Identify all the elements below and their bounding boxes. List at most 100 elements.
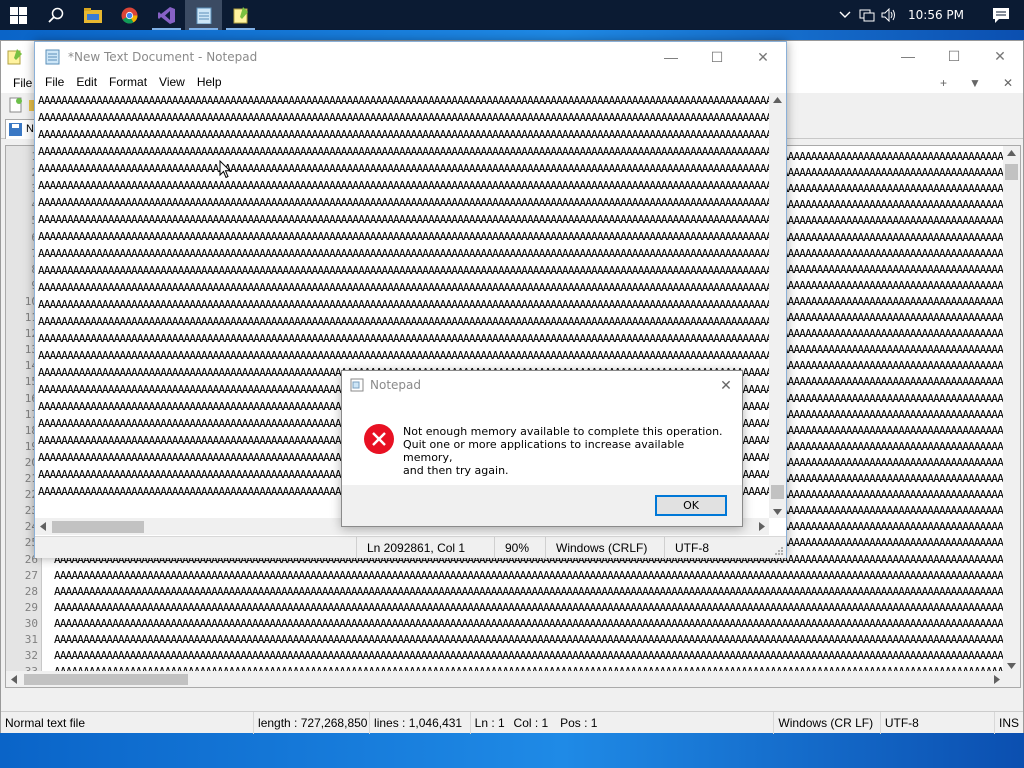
notepad-text-line: AAAAAAAAAAAAAAAAAAAAAAAAAAAAAAAAAAAAAAAA… — [38, 264, 786, 277]
scroll-right-icon[interactable] — [759, 522, 765, 531]
notepad-text-line: AAAAAAAAAAAAAAAAAAAAAAAAAAAAAAAAAAAAAAAA… — [38, 128, 786, 141]
notepad-app-icon — [45, 49, 60, 65]
line-number: 27 — [24, 568, 38, 582]
folder-icon — [83, 7, 102, 23]
dialog-title-bar[interactable]: Notepad — [342, 371, 742, 399]
npp-vertical-scrollbar[interactable] — [1003, 146, 1020, 673]
mouse-cursor-icon — [219, 160, 231, 179]
notepad-vscroll-thumb[interactable] — [771, 485, 784, 499]
npp-tab-list-icon[interactable]: ▼ — [965, 73, 985, 93]
notepad-minimize-button[interactable]: — — [648, 42, 694, 72]
notepad-text-line: AAAAAAAAAAAAAAAAAAAAAAAAAAAAAAAAAAAAAAAA… — [38, 298, 786, 311]
file-explorer-button[interactable] — [74, 0, 111, 30]
search-icon — [47, 7, 63, 23]
line-number: 32 — [24, 649, 38, 663]
notepad-status-position: Ln 2092861, Col 1 — [356, 537, 494, 559]
notepad-status-eol: Windows (CRLF) — [545, 537, 664, 559]
start-button[interactable] — [0, 0, 37, 30]
npp-new-tab-icon[interactable]: + — [936, 73, 951, 93]
menu-format[interactable]: Format — [103, 75, 153, 89]
dialog-body: Not enough memory available to complete … — [342, 399, 742, 485]
visual-studio-button[interactable] — [148, 0, 185, 30]
notepadpp-taskbar-button[interactable] — [222, 0, 259, 30]
scroll-up-icon[interactable] — [1007, 150, 1016, 156]
chrome-button[interactable] — [111, 0, 148, 30]
npp-close-button[interactable]: ✕ — [977, 41, 1023, 71]
scroll-left-icon[interactable] — [40, 522, 46, 531]
dialog-message-line-2: Quit one or more applications to increas… — [403, 438, 685, 464]
scroll-up-icon[interactable] — [773, 97, 782, 103]
npp-status-file-type: Normal text file — [1, 711, 255, 734]
scroll-down-icon[interactable] — [1007, 663, 1016, 669]
save-icon — [9, 123, 22, 136]
dialog-title: Notepad — [370, 378, 421, 392]
notepad-text-line: AAAAAAAAAAAAAAAAAAAAAAAAAAAAAAAAAAAAAAAA… — [38, 179, 786, 192]
chrome-icon — [121, 7, 138, 23]
menu-view[interactable]: View — [153, 75, 191, 89]
notepad-text-line: AAAAAAAAAAAAAAAAAAAAAAAAAAAAAAAAAAAAAAAA… — [38, 281, 786, 294]
notepad-text-line: AAAAAAAAAAAAAAAAAAAAAAAAAAAAAAAAAAAAAAAA… — [38, 230, 786, 243]
new-file-icon[interactable] — [9, 97, 23, 113]
dialog-footer: OK — [342, 485, 742, 526]
npp-horizontal-scrollbar[interactable] — [6, 671, 1020, 687]
npp-status-bar: Normal text file length : 727,268,850 li… — [1, 711, 1023, 734]
scroll-down-icon[interactable] — [773, 509, 782, 515]
notepad-taskbar-button[interactable] — [185, 0, 222, 30]
npp-hscroll-thumb[interactable] — [24, 674, 188, 685]
notepad-vertical-scrollbar[interactable] — [769, 93, 786, 518]
notepad-text-line: AAAAAAAAAAAAAAAAAAAAAAAAAAAAAAAAAAAAAAAA… — [38, 315, 786, 328]
network-icon[interactable] — [856, 0, 878, 30]
system-tray: 10:56 PM — [834, 0, 1024, 30]
notepad-text-line: AAAAAAAAAAAAAAAAAAAAAAAAAAAAAAAAAAAAAAAA… — [38, 213, 786, 226]
line-number: 31 — [24, 633, 38, 646]
notepad-status-encoding: UTF-8 — [664, 537, 764, 559]
npp-status-length: length : 727,268,850 — [254, 711, 371, 734]
scroll-right-icon[interactable] — [994, 675, 1000, 684]
menu-edit[interactable]: Edit — [70, 75, 103, 89]
dialog-message-line-1: Not enough memory available to complete … — [403, 425, 723, 438]
npp-status-encoding: UTF-8 — [881, 711, 995, 734]
notepad-window-title: *New Text Document - Notepad — [68, 50, 258, 64]
volume-icon[interactable] — [878, 0, 900, 30]
npp-text-line: AAAAAAAAAAAAAAAAAAAAAAAAAAAAAAAAAAAAAAAA… — [54, 600, 1006, 614]
error-dialog: Notepad ✕ Not enough memory available to… — [341, 370, 743, 527]
menu-file[interactable]: File — [39, 75, 70, 89]
line-number: 30 — [24, 616, 38, 630]
notepadpp-icon — [233, 6, 248, 23]
search-button[interactable] — [37, 0, 74, 30]
npp-vscroll-thumb[interactable] — [1005, 164, 1018, 180]
scroll-left-icon[interactable] — [11, 675, 17, 684]
taskbar-clock[interactable]: 10:56 PM — [900, 8, 978, 22]
notepad-text-line: AAAAAAAAAAAAAAAAAAAAAAAAAAAAAAAAAAAAAAAA… — [38, 247, 786, 260]
notepad-text-line: AAAAAAAAAAAAAAAAAAAAAAAAAAAAAAAAAAAAAAAA… — [38, 162, 786, 175]
npp-close-tab-icon[interactable]: ✕ — [999, 73, 1017, 93]
npp-text-line: AAAAAAAAAAAAAAAAAAAAAAAAAAAAAAAAAAAAAAAA… — [54, 568, 1006, 582]
resize-grip-icon[interactable] — [774, 546, 784, 556]
npp-menu-file[interactable]: File — [9, 76, 36, 90]
notepad-text-line: AAAAAAAAAAAAAAAAAAAAAAAAAAAAAAAAAAAAAAAA… — [38, 196, 786, 209]
menu-help[interactable]: Help — [191, 75, 228, 89]
npp-minimize-button[interactable]: — — [885, 41, 931, 71]
error-icon — [364, 424, 394, 454]
windows-logo-icon — [10, 6, 27, 24]
npp-text-line: AAAAAAAAAAAAAAAAAAAAAAAAAAAAAAAAAAAAAAAA… — [54, 584, 1006, 598]
notepad-text-line: AAAAAAAAAAAAAAAAAAAAAAAAAAAAAAAAAAAAAAAA… — [38, 94, 786, 107]
line-number: 28 — [24, 584, 38, 598]
notepad-hscroll-thumb[interactable] — [52, 521, 144, 533]
action-center-button[interactable] — [978, 0, 1024, 30]
visual-studio-icon — [158, 6, 175, 24]
dialog-close-button[interactable]: ✕ — [716, 375, 736, 395]
chevron-up-icon[interactable] — [834, 0, 856, 30]
npp-maximize-button[interactable]: ☐ — [931, 41, 977, 71]
notification-icon — [993, 7, 1009, 23]
notepad-close-button[interactable]: ✕ — [740, 42, 786, 72]
dialog-message: Not enough memory available to complete … — [403, 425, 733, 477]
notepad-text-line: AAAAAAAAAAAAAAAAAAAAAAAAAAAAAAAAAAAAAAAA… — [38, 332, 786, 345]
npp-text-line: AAAAAAAAAAAAAAAAAAAAAAAAAAAAAAAAAAAAAAAA… — [54, 649, 1006, 663]
notepad-maximize-button[interactable]: ☐ — [694, 42, 740, 72]
npp-status-eol: Windows (CR LF) — [774, 711, 881, 734]
npp-status-insert-mode: INS — [998, 715, 1019, 730]
notepad-dialog-icon — [350, 378, 364, 392]
dialog-message-line-3: and then try again. — [403, 464, 509, 477]
ok-button[interactable]: OK — [655, 495, 727, 516]
